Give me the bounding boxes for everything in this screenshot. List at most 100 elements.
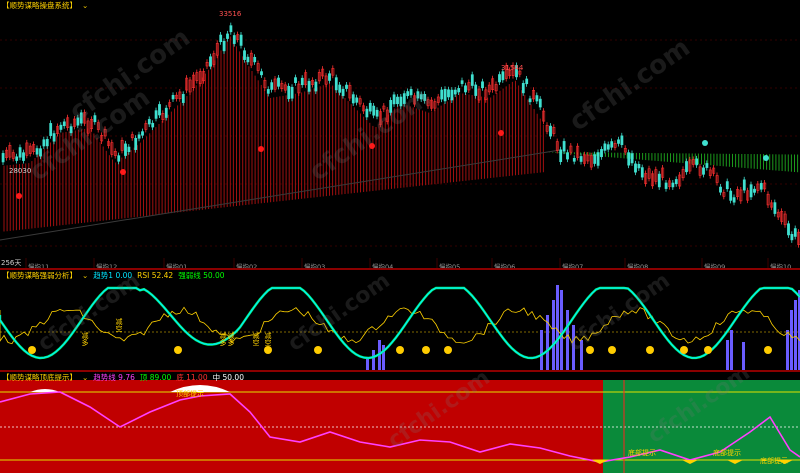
candle-body xyxy=(219,34,223,43)
candle-body xyxy=(93,115,97,123)
smiley-icon xyxy=(680,346,688,354)
candle-body xyxy=(314,81,318,92)
candle-body xyxy=(399,96,403,107)
candle-body xyxy=(402,93,406,104)
candle-body xyxy=(725,181,729,190)
candle-body xyxy=(457,88,461,93)
smiley-icon xyxy=(704,346,712,354)
candle-body xyxy=(793,228,797,237)
panel2-title: 【顺势谋略强弱分析】 xyxy=(2,271,77,280)
candle-body xyxy=(117,155,121,162)
date-tick-label: 慢指04 xyxy=(372,263,394,268)
candle-body xyxy=(334,77,338,91)
candle-body xyxy=(1,153,5,163)
top-bottom-chart[interactable] xyxy=(0,372,800,473)
candle-body xyxy=(637,163,641,169)
candle-body xyxy=(79,112,83,124)
volume-bar xyxy=(366,358,369,370)
marker-label: 减多 xyxy=(227,332,235,346)
candle-body xyxy=(294,77,297,83)
legend-trend1: 趋势1 0.00 xyxy=(93,271,133,280)
high-price-label: 33516 xyxy=(219,10,242,18)
candle-body xyxy=(729,190,733,201)
candle-body xyxy=(134,137,138,150)
bottom-hint-label: 底部提示 xyxy=(713,449,741,457)
candle-body xyxy=(538,98,542,108)
candle-body xyxy=(222,40,226,52)
date-tick-label: 慢指05 xyxy=(439,263,461,268)
price-chart[interactable] xyxy=(0,0,800,268)
chevron-down-icon[interactable]: ⌄ xyxy=(82,373,88,383)
candle-body xyxy=(450,89,454,101)
legend-top: 顶 89.00 xyxy=(139,373,172,382)
candle-body xyxy=(351,94,355,104)
smiley-icon xyxy=(314,346,322,354)
candle-body xyxy=(62,121,66,127)
smiley-icon xyxy=(422,346,430,354)
candle-body xyxy=(719,186,722,193)
legend-rsi: RSI 52.42 xyxy=(137,271,174,280)
top-bottom-panel[interactable]: 【顺势谋略顶底提示】 ⌄ 趋势线 9.76 顶 89.00 底 11.00 中 … xyxy=(0,372,800,473)
candle-body xyxy=(562,141,566,152)
main-price-panel[interactable]: 【顺势谋略操盘系统】 ⌄ 33516 31544 28030 256天 慢指11… xyxy=(0,0,800,268)
marker-label: 减空 xyxy=(264,332,272,346)
candle-body xyxy=(627,152,631,166)
candle-body xyxy=(535,95,539,102)
strength-panel[interactable]: 【顺势谋略强弱分析】 ⌄ 趋势1 0.00 RSI 52.42 强弱线 50.0… xyxy=(0,270,800,370)
candle-body xyxy=(127,146,131,153)
candle-body xyxy=(447,89,450,98)
candle-body xyxy=(124,143,127,156)
candle-body xyxy=(620,135,624,146)
candle-body xyxy=(154,110,158,119)
candle-body xyxy=(181,94,185,103)
candle-body xyxy=(640,167,644,178)
chevron-down-icon[interactable]: ⌄ xyxy=(82,271,88,281)
volume-bar xyxy=(556,285,559,370)
candle-body xyxy=(481,81,484,89)
candle-body xyxy=(307,81,311,92)
candle-body xyxy=(732,197,736,203)
volume-bar xyxy=(790,310,793,370)
smiley-icon xyxy=(264,346,272,354)
volume-bar xyxy=(794,300,797,370)
signal-dot xyxy=(498,130,504,136)
candle-body xyxy=(226,33,229,39)
candle-body xyxy=(137,134,141,139)
smiley-icon xyxy=(444,346,452,354)
chevron-down-icon[interactable]: ⌄ xyxy=(82,1,88,11)
bearish-zone xyxy=(0,380,603,473)
candle-body xyxy=(158,104,161,116)
candle-body xyxy=(246,56,250,63)
marker-label: 减空 xyxy=(252,332,260,346)
volume-bar xyxy=(730,330,733,370)
candle-body xyxy=(365,108,369,118)
candle-body xyxy=(559,149,563,163)
candle-body xyxy=(525,78,529,85)
candle-body xyxy=(18,147,22,158)
bottom-hint-label: 底部提示 xyxy=(760,457,788,465)
candle-body xyxy=(593,154,597,164)
candle-body xyxy=(22,152,25,161)
candle-body xyxy=(45,139,49,147)
candle-body xyxy=(453,89,457,95)
candle-body xyxy=(141,131,144,136)
smiley-icon xyxy=(764,346,772,354)
candle-body xyxy=(15,156,19,161)
panel1-title: 【顺势谋略操盘系统】 xyxy=(2,1,77,10)
candle-body xyxy=(338,84,342,93)
candle-body xyxy=(232,35,236,44)
candle-body xyxy=(260,71,263,76)
candle-body xyxy=(69,126,73,134)
candle-body xyxy=(290,86,294,99)
candle-body xyxy=(685,161,688,173)
candle-body xyxy=(521,83,525,94)
candle-body xyxy=(345,84,348,89)
candle-body xyxy=(596,152,600,166)
candle-body xyxy=(42,139,46,147)
date-tick-label: 慢指12 xyxy=(96,263,118,268)
volume-bar xyxy=(580,340,583,370)
smiley-icon xyxy=(608,346,616,354)
date-tick-label: 慢指01 xyxy=(166,263,188,268)
candle-body xyxy=(209,56,212,67)
candle-body xyxy=(355,97,359,103)
